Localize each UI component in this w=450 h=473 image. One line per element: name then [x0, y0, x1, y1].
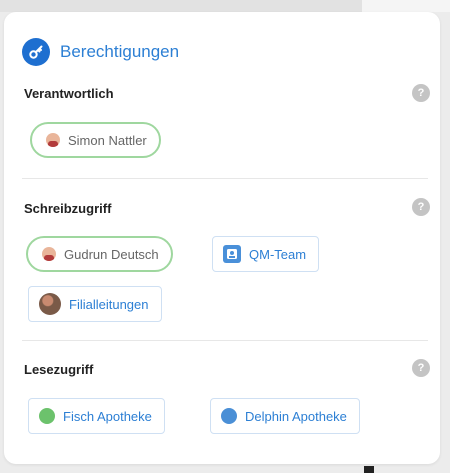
card-title: Berechtigungen	[60, 42, 180, 61]
cursor-mark	[364, 466, 374, 473]
status-dot-icon	[39, 408, 55, 424]
divider	[22, 340, 428, 341]
section-label-read: Lesezugriff	[24, 362, 94, 377]
group-chip-qm-team[interactable]: QM-Team	[212, 236, 320, 272]
group-avatar-icon	[39, 293, 61, 315]
status-dot-icon	[221, 408, 237, 424]
person-avatar-icon	[46, 133, 60, 147]
person-chip-simon-nattler[interactable]: Simon Nattler	[30, 122, 161, 158]
top-bar-right	[362, 0, 450, 12]
person-chip-gudrun-deutsch[interactable]: Gudrun Deutsch	[26, 236, 173, 272]
key-icon	[22, 38, 50, 66]
person-name: Gudrun Deutsch	[64, 246, 159, 262]
location-chip-fisch-apotheke[interactable]: Fisch Apotheke	[28, 398, 165, 434]
location-name: Fisch Apotheke	[63, 408, 152, 424]
section-label-responsible: Verantwortlich	[24, 86, 114, 101]
help-icon[interactable]: ?	[412, 198, 430, 216]
group-name: Filialleitungen	[69, 296, 149, 312]
group-name: QM-Team	[249, 246, 307, 262]
location-name: Delphin Apotheke	[245, 408, 347, 424]
team-icon	[223, 245, 241, 263]
top-bar	[0, 0, 362, 12]
person-avatar-icon	[42, 247, 56, 261]
group-chip-filialleitungen[interactable]: Filialleitungen	[28, 286, 162, 322]
help-icon[interactable]: ?	[412, 84, 430, 102]
divider	[22, 178, 428, 179]
location-chip-delphin-apotheke[interactable]: Delphin Apotheke	[210, 398, 360, 434]
help-icon[interactable]: ?	[412, 359, 430, 377]
card-header: Berechtigungen	[22, 38, 179, 66]
person-name: Simon Nattler	[68, 132, 147, 148]
section-label-write: Schreibzugriff	[24, 201, 112, 216]
